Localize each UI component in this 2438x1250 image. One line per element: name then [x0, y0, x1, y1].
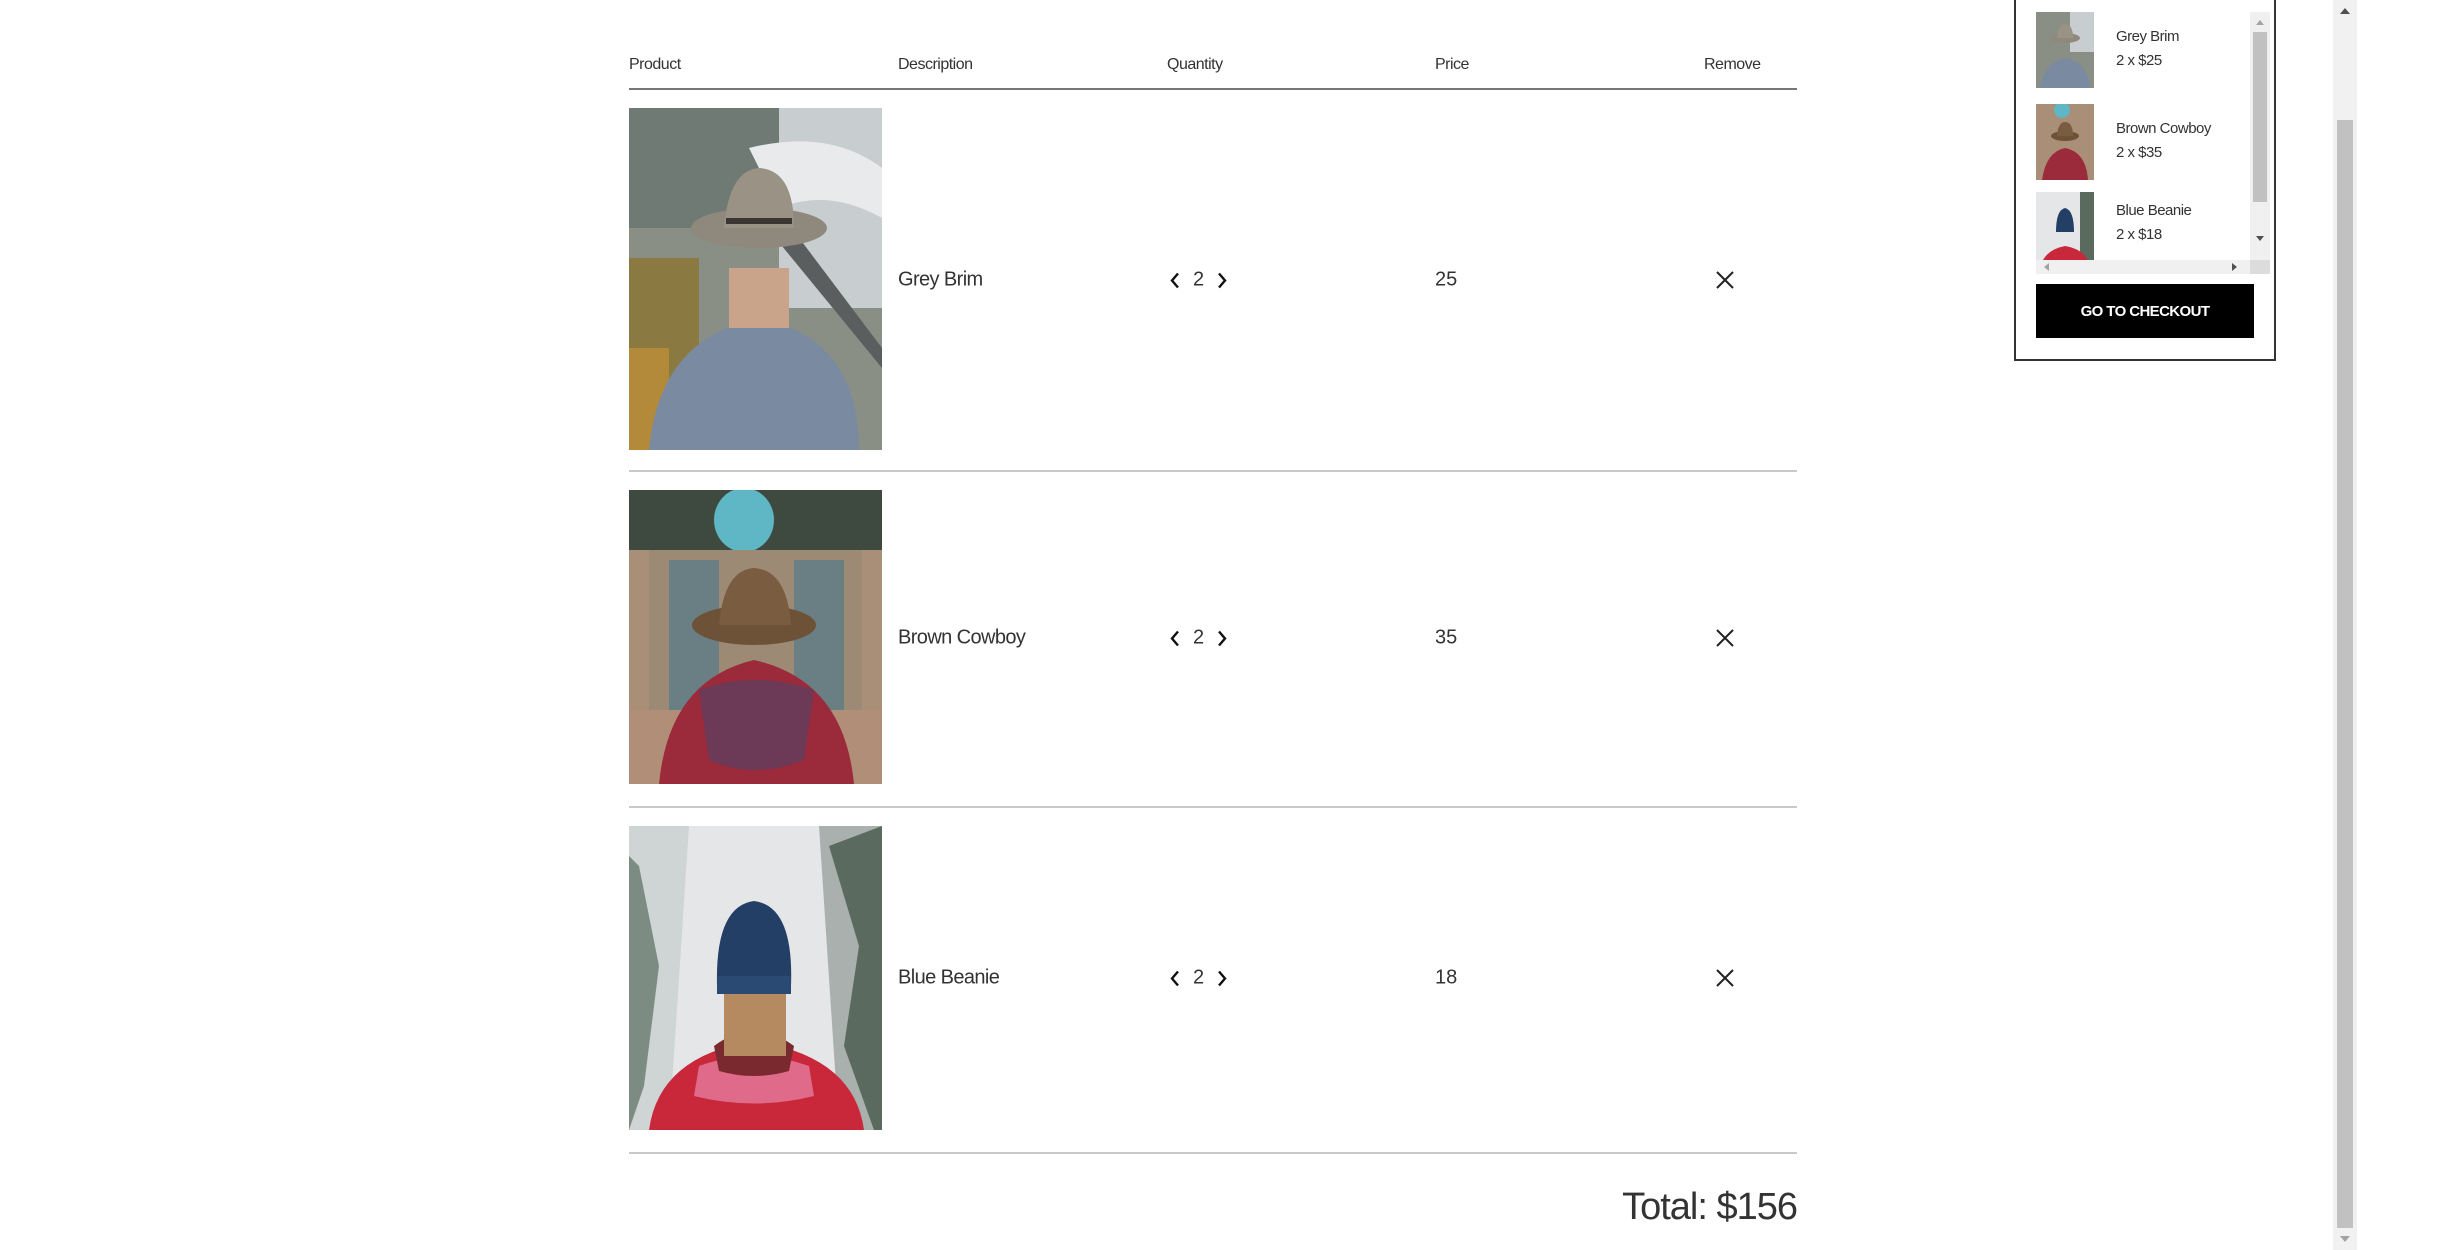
product-image [629, 108, 882, 450]
mini-cart-item-qty: 2 x $25 [2116, 52, 2162, 69]
product-price: 35 [1435, 626, 1458, 649]
mini-cart-list[interactable]: Grey Brim 2 x $25 Brown Cowboy 2 x $35 B… [2036, 12, 2270, 274]
mini-cart-item: Brown Cowboy 2 x $35 [2036, 104, 2236, 182]
quantity-stepper: 2 [1167, 269, 1230, 292]
table-row: Blue Beanie 2 18 [629, 808, 1797, 1154]
product-description: Blue Beanie [898, 966, 1000, 989]
chevron-left-icon[interactable] [1167, 968, 1183, 988]
scrollbar-thumb[interactable] [2337, 120, 2353, 1228]
quantity-value: 2 [1193, 966, 1205, 989]
chevron-right-icon[interactable] [1214, 270, 1230, 290]
mini-cart-thumbnail [2036, 12, 2094, 88]
mini-cart-vertical-scrollbar[interactable] [2250, 12, 2270, 260]
mini-cart-item: Blue Beanie 2 x $18 [2036, 192, 2236, 270]
quantity-value: 2 [1193, 626, 1205, 649]
product-description: Brown Cowboy [898, 626, 1026, 649]
header-remove: Remove [1704, 56, 1761, 73]
product-price: 25 [1435, 268, 1458, 291]
header-quantity: Quantity [1167, 56, 1223, 73]
mini-cart: Grey Brim 2 x $25 Brown Cowboy 2 x $35 B… [2014, 0, 2276, 361]
mini-cart-item-qty: 2 x $18 [2116, 226, 2162, 243]
chevron-left-icon[interactable] [1167, 270, 1183, 290]
scroll-down-arrow-icon[interactable] [2340, 1236, 2350, 1242]
scroll-up-arrow-icon[interactable] [2340, 8, 2350, 14]
quantity-stepper: 2 [1167, 967, 1230, 990]
product-image [629, 826, 882, 1130]
chevron-right-icon[interactable] [1214, 628, 1230, 648]
scroll-right-arrow-icon[interactable] [2232, 263, 2237, 271]
product-description: Grey Brim [898, 268, 983, 291]
quantity-stepper: 2 [1167, 627, 1230, 650]
close-icon[interactable] [1714, 967, 1736, 989]
header-price: Price [1435, 56, 1469, 73]
mini-cart-item-name: Grey Brim [2116, 28, 2180, 45]
product-price: 18 [1435, 966, 1458, 989]
chevron-left-icon[interactable] [1167, 628, 1183, 648]
mini-cart-horizontal-scrollbar[interactable] [2036, 260, 2250, 274]
scroll-down-arrow-icon[interactable] [2256, 236, 2264, 241]
scrollbar-corner [2250, 260, 2270, 274]
chevron-right-icon[interactable] [1214, 968, 1230, 988]
header-description: Description [898, 56, 973, 73]
close-icon[interactable] [1714, 627, 1736, 649]
cart-total: Total: $156 [1622, 1186, 1798, 1228]
mini-cart-item: Grey Brim 2 x $25 [2036, 12, 2236, 90]
page-scrollbar[interactable] [2333, 0, 2357, 1250]
mini-cart-item-name: Brown Cowboy [2116, 120, 2211, 137]
scrollbar-thumb[interactable] [2253, 32, 2267, 202]
scroll-up-arrow-icon[interactable] [2256, 20, 2264, 25]
checkout-button[interactable]: Go to checkout [2036, 284, 2254, 338]
quantity-value: 2 [1193, 268, 1205, 291]
header-product: Product [629, 56, 681, 73]
table-header: Product Description Quantity Price Remov… [629, 56, 1797, 90]
mini-cart-item-name: Blue Beanie [2116, 202, 2192, 219]
close-icon[interactable] [1714, 269, 1736, 291]
mini-cart-thumbnail [2036, 104, 2094, 180]
table-row: Grey Brim 2 25 [629, 90, 1797, 472]
mini-cart-thumbnail [2036, 192, 2094, 268]
mini-cart-item-qty: 2 x $35 [2116, 144, 2162, 161]
scroll-left-arrow-icon[interactable] [2044, 263, 2049, 271]
product-image [629, 490, 882, 784]
table-row: Brown Cowboy 2 35 [629, 472, 1797, 808]
